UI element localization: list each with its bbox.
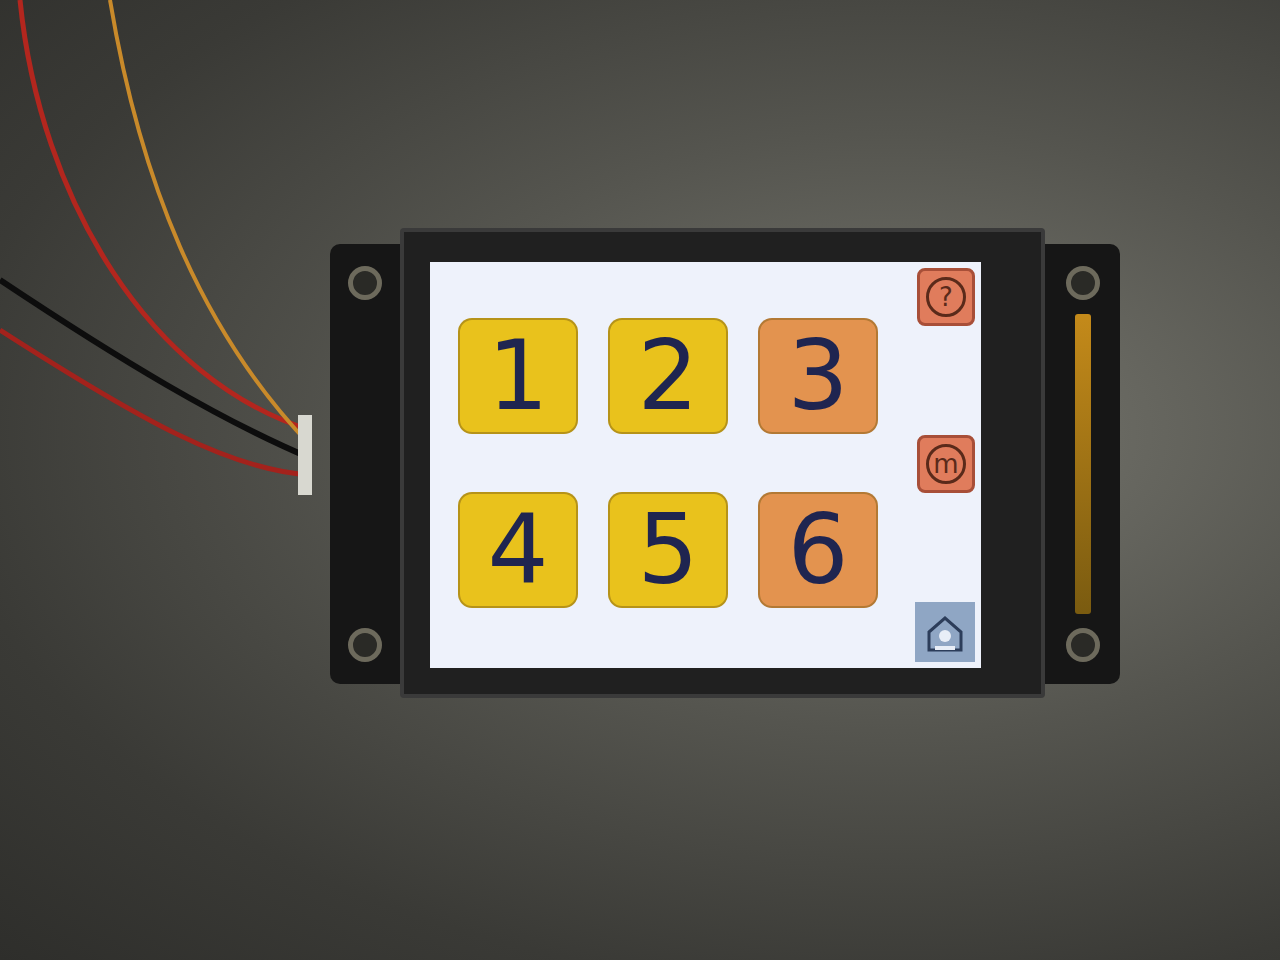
connector-strip (1075, 314, 1091, 614)
mount-hole (348, 628, 382, 662)
mount-hole (348, 266, 382, 300)
side-button[interactable]: m (917, 435, 975, 493)
mount-hole (1066, 628, 1100, 662)
number-key[interactable]: 2 (608, 318, 728, 434)
mount-hole (1066, 266, 1100, 300)
number-key[interactable]: 3 (758, 318, 878, 434)
number-key[interactable]: 1 (458, 318, 578, 434)
side-button-label: m (926, 444, 966, 484)
mount-ear (330, 244, 400, 684)
side-button-label: ? (926, 277, 966, 317)
number-key[interactable]: 5 (608, 492, 728, 608)
cables-icon (0, 0, 340, 520)
number-key[interactable]: 6 (758, 492, 878, 608)
logo-icon[interactable] (915, 602, 975, 662)
screen-bezel: 123456?m (400, 228, 1045, 698)
sidebar: ?m (905, 268, 975, 662)
display-module: 123456?m (330, 228, 1120, 698)
keypad: 123 456 (458, 268, 878, 662)
photo-scene: 123456?m (0, 0, 1280, 960)
number-key[interactable]: 4 (458, 492, 578, 608)
side-button[interactable]: ? (917, 268, 975, 326)
touch-screen: 123456?m (430, 262, 981, 668)
mount-ear (1045, 244, 1120, 684)
